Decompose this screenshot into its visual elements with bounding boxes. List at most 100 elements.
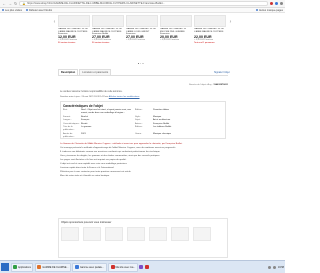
product-image[interactable] — [126, 15, 158, 27]
product-title[interactable]: GAMME DE CLARINETTE DE L'ABBE LOUIS GRIV… — [126, 28, 158, 34]
seller-note: Le vendeur assume l'entière responsabili… — [60, 91, 123, 93]
product-image[interactable] — [92, 15, 124, 27]
carousel-dot[interactable] — [138, 63, 140, 65]
description-paragraph: Vous y trouverez les doigtés, les gammes… — [60, 155, 161, 157]
bookmark-most-visited[interactable]: Les plus visités — [2, 9, 22, 12]
product-title[interactable]: GAMME DE CLARINETTE DE L'ABBE MAURICE CU… — [194, 28, 226, 34]
extension-icon[interactable] — [275, 2, 278, 5]
page-content: ‹ GAMME DE CLARINETTE DE L'ABBE MAURICE … — [0, 13, 285, 260]
app-icon[interactable] — [144, 265, 149, 269]
product-title[interactable]: GAMME DE CLARINETTE ENCORE PHIL GUERRE F… — [160, 28, 192, 34]
report-item-link[interactable]: Signaler l'objet — [214, 71, 230, 74]
spec-value: Les éditions Baillet — [153, 126, 172, 129]
reload-icon[interactable]: ↻ — [14, 1, 17, 6]
document-icon — [74, 265, 79, 269]
volume-icon[interactable] — [273, 265, 277, 269]
start-menu-icon[interactable] — [1, 263, 9, 271]
other-bookmarks[interactable]: Autres marque-pages — [255, 9, 283, 12]
product-card[interactable]: GAMME DE CLARINETTE DE L'ABBE MAURICE CU… — [194, 15, 226, 59]
menu-icon[interactable] — [280, 2, 283, 5]
spec-value: La gamme — [81, 126, 92, 129]
description-tabs: Description Livraison et paiements — [58, 69, 228, 76]
spec-row: Année de publication : 2021 Genre : Musi… — [63, 133, 223, 140]
applications-icon — [13, 265, 17, 269]
taskbar: Applications GAMME DE CLARINE... Gamme a… — [0, 260, 285, 273]
description-paragraph: L'objet est neuf et sera expédié avec so… — [60, 163, 128, 165]
description-paragraph: Merci de votre visite et à bientôt sur n… — [60, 175, 110, 177]
carousel-pagination — [138, 63, 144, 65]
network-icon[interactable] — [268, 265, 272, 269]
product-sold: 30 ventes réussies — [58, 41, 76, 44]
spec-key: Éditeur : — [135, 126, 144, 129]
item-specifics: Caractéristiques de l'objet État : Neuf … — [60, 101, 226, 139]
product-title[interactable]: GAMME DE CLARINETTE DE L'ABBE MAURICE CU… — [92, 28, 124, 34]
description-paragraph: Il s'adresse aux débutants comme aux mus… — [60, 151, 161, 153]
sponsored-title: Objets sponsorisés pouvant vous intéress… — [61, 221, 112, 224]
taskbar-item-document[interactable]: Gamme avec pédale... — [72, 262, 107, 272]
product-sold: Tout neuf 1 personnes — [194, 41, 215, 44]
carousel-dot[interactable] — [142, 63, 144, 65]
back-arrow-icon[interactable]: ← — [2, 1, 6, 6]
product-carousel: GAMME DE CLARINETTE DE L'ABBE MAURICE CU… — [58, 15, 228, 61]
product-card[interactable]: GAMME DE CLARINETTE ENCORE PHIL GUERRE F… — [160, 15, 192, 59]
app-icon[interactable] — [139, 265, 144, 269]
product-shipping: + 4,50 EUR livraison — [126, 39, 146, 42]
spec-value: Première édition — [153, 109, 169, 111]
description-paragraph: N'hésitez pas à nous contacter pour tout… — [60, 171, 132, 173]
clock[interactable]: 16:58 — [278, 266, 284, 269]
product-card[interactable]: GAMME DE CLARINETTE DE L'ABBE MAURICE CU… — [92, 15, 124, 59]
carousel-next-icon[interactable]: › — [228, 19, 233, 25]
spec-key: Édition : — [135, 109, 143, 111]
item-number: Numéro de l'objet eBay : 194632870631 — [188, 84, 228, 86]
specs-title: Caractéristiques de l'objet — [63, 103, 103, 108]
bookmark-icon — [2, 9, 4, 11]
sponsored-item-thumb[interactable] — [149, 227, 167, 241]
product-title[interactable]: GAMME DE CLARINETTE DE L'ABBE MAURICE CU… — [58, 28, 90, 34]
sponsored-item-thumb[interactable] — [127, 227, 145, 241]
description-paragraph: Livraison rapide dans toute la France et… — [60, 167, 115, 169]
description-paragraph: Les pages sont illustrées et le livre es… — [60, 159, 127, 161]
address-bar[interactable]: 🔒 https://www.ebay.fr/itm/GAMME-DE-CLARI… — [19, 1, 268, 6]
lock-icon: 🔒 — [22, 1, 27, 6]
sponsored-item-thumb[interactable] — [193, 227, 211, 241]
bookmark-getting-started[interactable]: Débuter avec Firefox — [25, 9, 52, 12]
item-description: La Gamme de Clarinette de l'Abbé Maurice… — [60, 143, 226, 179]
description-paragraph: La Gamme de Clarinette de l'Abbé Maurice… — [60, 143, 183, 145]
sponsored-item-thumb[interactable] — [61, 227, 79, 241]
spec-row: État : Neuf : Objet neuf et intact, n'ay… — [63, 109, 223, 116]
bookmark-icon — [25, 9, 28, 11]
tab-description[interactable]: Description — [58, 69, 79, 75]
product-price: 20,00 EUR — [160, 34, 178, 39]
product-price: 22,00 EUR — [194, 34, 212, 39]
spec-value: Neuf : Objet neuf et intact, n'ayant jam… — [81, 109, 132, 115]
tab-shipping[interactable]: Livraison et paiements — [79, 69, 112, 75]
forward-arrow-icon[interactable]: → — [8, 1, 12, 6]
spec-key: État : — [63, 109, 69, 111]
product-price: 27,00 EUR — [92, 34, 110, 39]
sponsored-item-thumb[interactable] — [171, 227, 189, 241]
product-price: 12,00 EUR — [58, 34, 76, 39]
view-revisions-link[interactable]: Afficher toutes les modifications — [109, 96, 140, 98]
spec-value: 2021 — [81, 132, 86, 135]
spec-key: Année de publication : — [63, 132, 75, 139]
carousel-dot[interactable] — [140, 63, 142, 65]
firefox-icon — [37, 265, 42, 269]
spec-value: Musique classique — [153, 132, 171, 135]
pdf-icon — [110, 265, 115, 269]
taskbar-item-browser[interactable]: GAMME DE CLARINE... — [34, 262, 71, 272]
taskbar-item-applications[interactable]: Applications — [10, 262, 34, 272]
spec-row: Titre de la publication : La gamme Édite… — [63, 126, 223, 133]
spec-key: Genre : — [135, 132, 143, 135]
product-card[interactable]: GAMME DE CLARINETTE DE L'ABBE LOUIS GRIV… — [126, 15, 158, 59]
sponsored-item-thumb[interactable] — [105, 227, 123, 241]
product-price: 27,00 EUR — [126, 34, 144, 39]
carousel-prev-icon[interactable]: ‹ — [52, 19, 57, 25]
sponsored-item-thumb[interactable] — [83, 227, 101, 241]
sponsored-items: Objets sponsorisés pouvant vous intéress… — [58, 218, 228, 258]
extension-icon[interactable] — [270, 2, 273, 5]
product-image[interactable] — [58, 15, 90, 27]
product-image[interactable] — [160, 15, 192, 27]
taskbar-item-document-2[interactable]: Ma ville avec ma... — [108, 262, 138, 272]
product-image[interactable] — [194, 15, 226, 27]
product-card[interactable]: GAMME DE CLARINETTE DE L'ABBE MAURICE CU… — [58, 15, 90, 59]
